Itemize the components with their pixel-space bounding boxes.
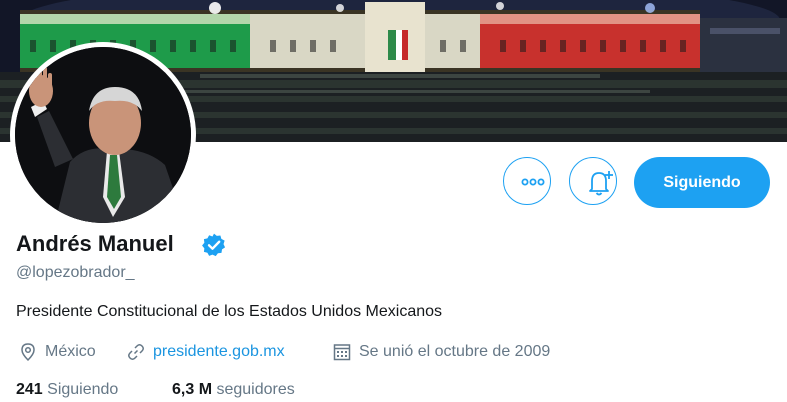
followers-label: seguidores bbox=[216, 381, 295, 398]
joined-text: Se unió el octubre de 2009 bbox=[359, 343, 551, 360]
profile-avatar[interactable] bbox=[10, 42, 196, 228]
website-link[interactable]: presidente.gob.mx bbox=[153, 343, 285, 361]
notifications-button[interactable] bbox=[569, 157, 617, 205]
followers-stat[interactable]: 6,3 M seguidores bbox=[172, 381, 295, 399]
location-pin-icon bbox=[21, 343, 35, 362]
calendar-icon bbox=[333, 344, 351, 361]
location-text: México bbox=[45, 343, 96, 360]
profile-bio: Presidente Constitucional de los Estados… bbox=[16, 303, 443, 320]
more-icon bbox=[521, 178, 545, 186]
following-label: Siguiendo bbox=[47, 381, 119, 398]
following-button[interactable]: Siguiendo bbox=[634, 157, 770, 208]
verified-badge-icon bbox=[202, 233, 226, 257]
more-button[interactable] bbox=[503, 157, 551, 205]
profile-location: México bbox=[18, 342, 96, 362]
following-stat[interactable]: 241 Siguiendo bbox=[16, 381, 118, 399]
bell-plus-icon bbox=[589, 171, 613, 196]
following-count: 241 bbox=[16, 381, 43, 398]
profile-website[interactable]: presidente.gob.mx bbox=[126, 342, 285, 362]
profile-name: Andrés Manuel bbox=[16, 231, 174, 256]
followers-count: 6,3 M bbox=[172, 381, 213, 398]
profile-joined-date: Se unió el octubre de 2009 bbox=[332, 342, 550, 362]
profile-handle: @lopezobrador_ bbox=[16, 264, 135, 281]
link-icon bbox=[128, 344, 144, 360]
avatar-photo bbox=[15, 47, 191, 223]
